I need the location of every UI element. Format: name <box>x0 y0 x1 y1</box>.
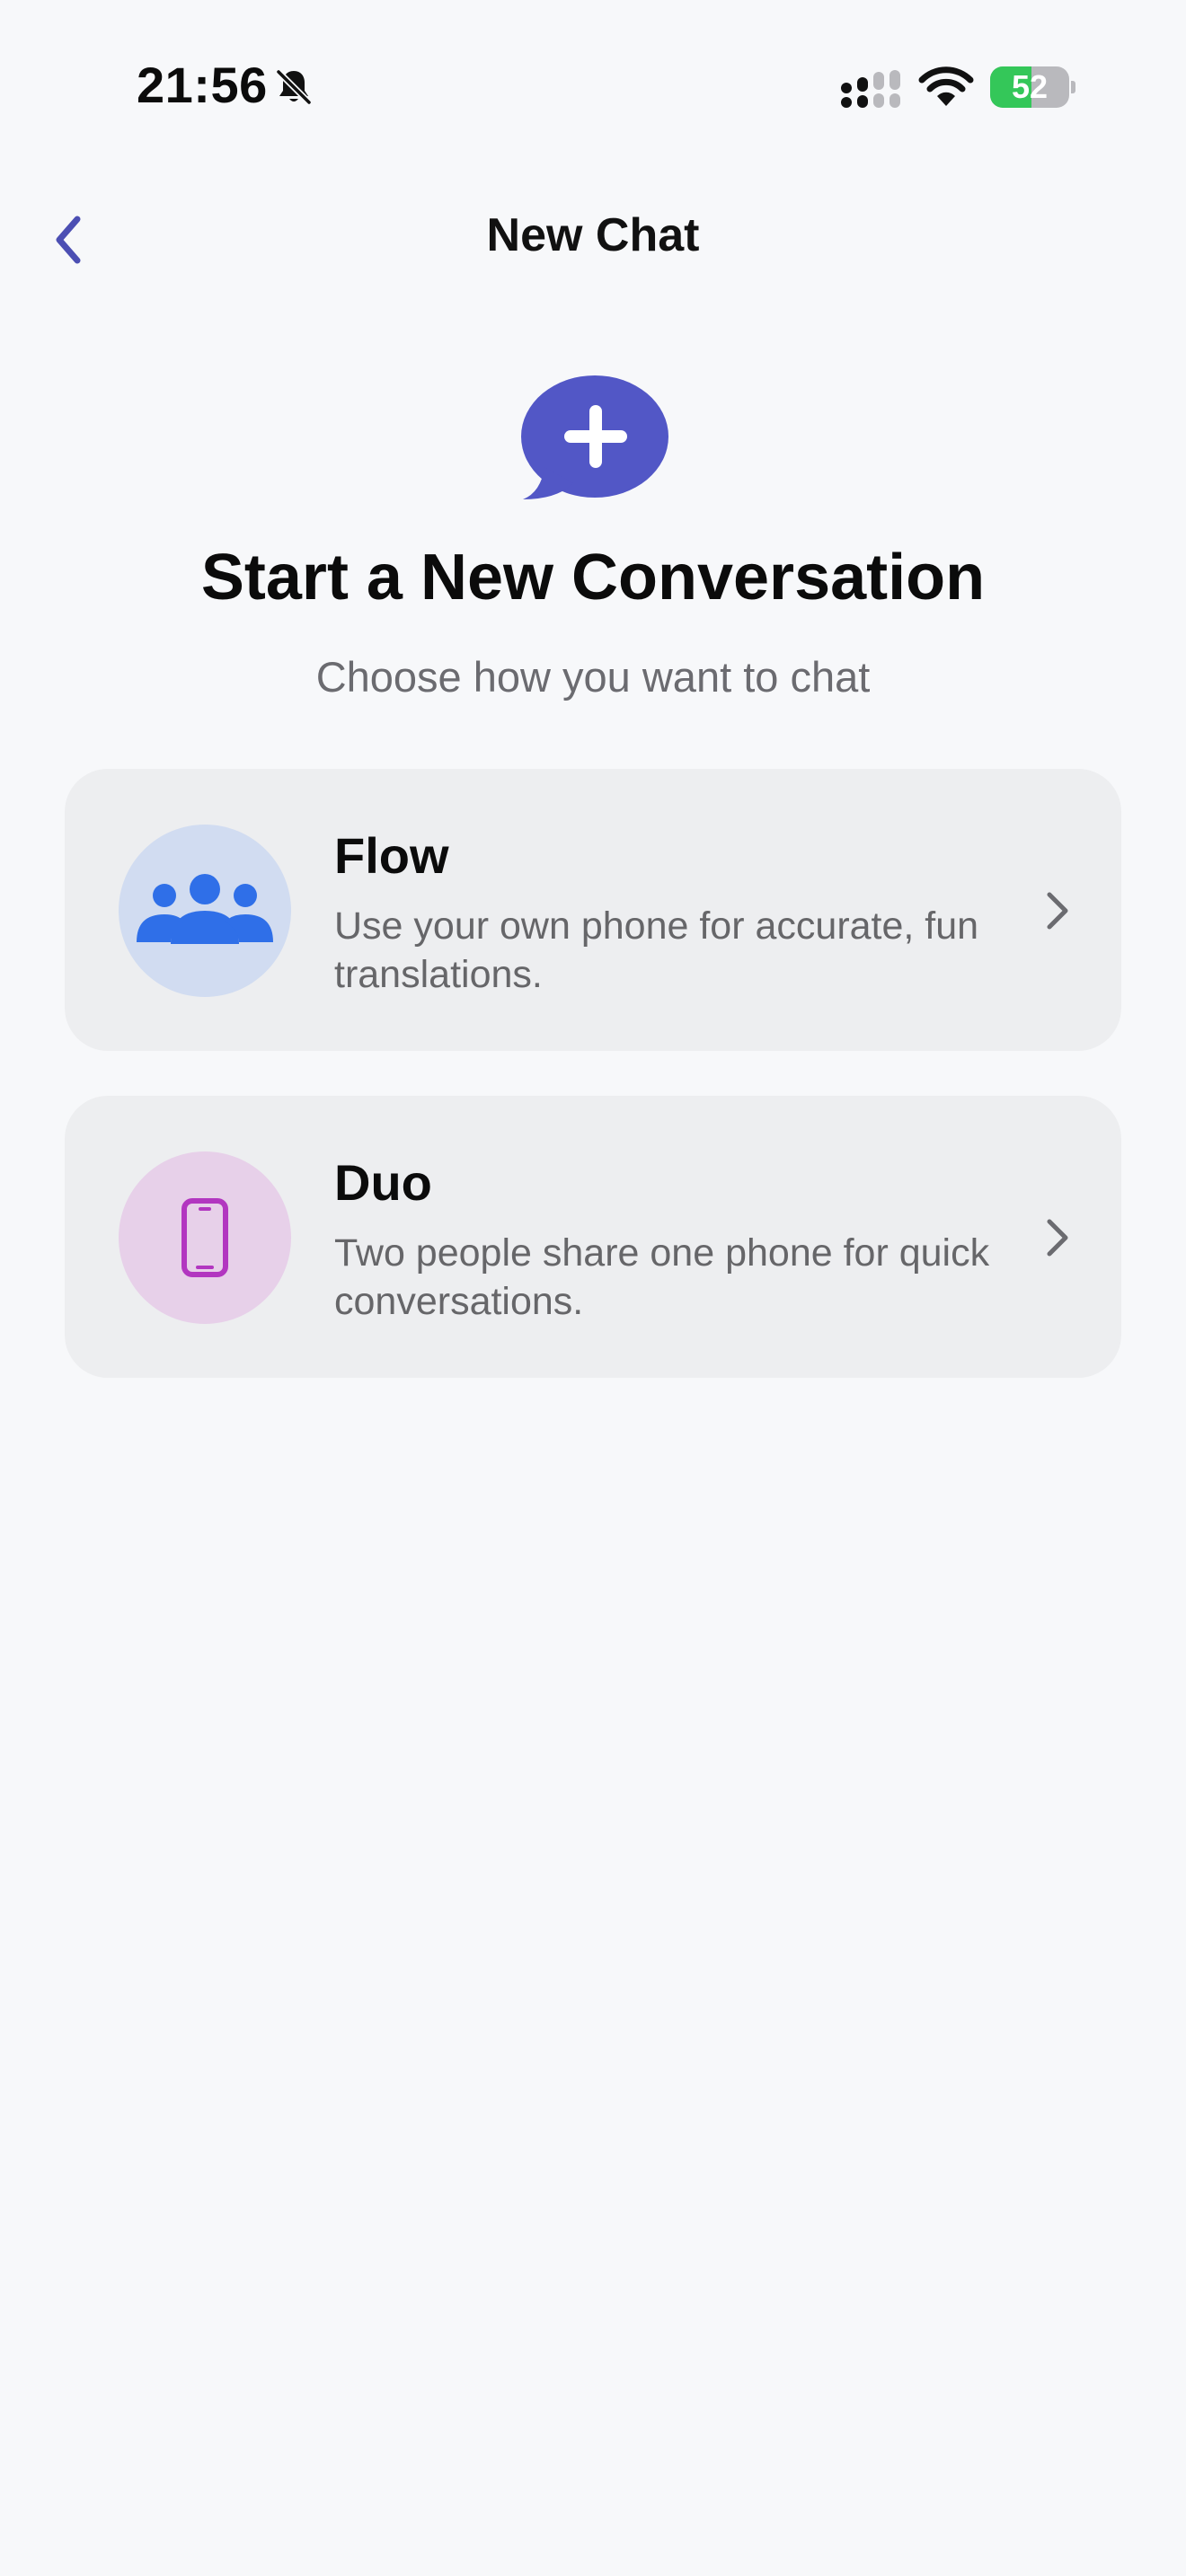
page-subtitle: Choose how you want to chat <box>315 653 871 701</box>
duo-option-card[interactable]: Duo Two people share one phone for quick… <box>65 1096 1121 1378</box>
battery-level: 52 <box>1011 68 1049 105</box>
cellular-signal-icon <box>841 70 900 108</box>
battery-cap <box>1071 81 1075 93</box>
chevron-left-icon <box>56 216 81 264</box>
wifi-icon <box>918 66 974 106</box>
bell-slash-icon <box>275 68 313 106</box>
chevron-right-icon <box>1047 1219 1068 1257</box>
back-button[interactable] <box>36 199 101 280</box>
status-bar: 21:56 52 <box>0 0 1186 171</box>
battery-charging-icon: 52 <box>990 66 1076 108</box>
people-group-icon <box>137 874 273 944</box>
chevron-right-icon <box>1047 892 1068 930</box>
flow-avatar <box>119 825 291 997</box>
flow-title: Flow <box>334 827 449 884</box>
chat-bubble-plus-icon <box>521 375 668 499</box>
duo-avatar <box>119 1151 291 1324</box>
smartphone-icon <box>181 1198 228 1277</box>
flow-description: Use your own phone for accurate, fun tra… <box>334 904 979 996</box>
duo-description: Two people share one phone for quick con… <box>334 1231 990 1323</box>
battery-body: 52 <box>990 66 1069 108</box>
flow-option-card[interactable]: Flow Use your own phone for accurate, fu… <box>65 769 1121 1051</box>
nav-title: New Chat <box>486 209 700 261</box>
status-time: 21:56 <box>137 57 268 113</box>
page-heading: Start a New Conversation <box>200 542 986 613</box>
duo-title: Duo <box>334 1154 432 1211</box>
